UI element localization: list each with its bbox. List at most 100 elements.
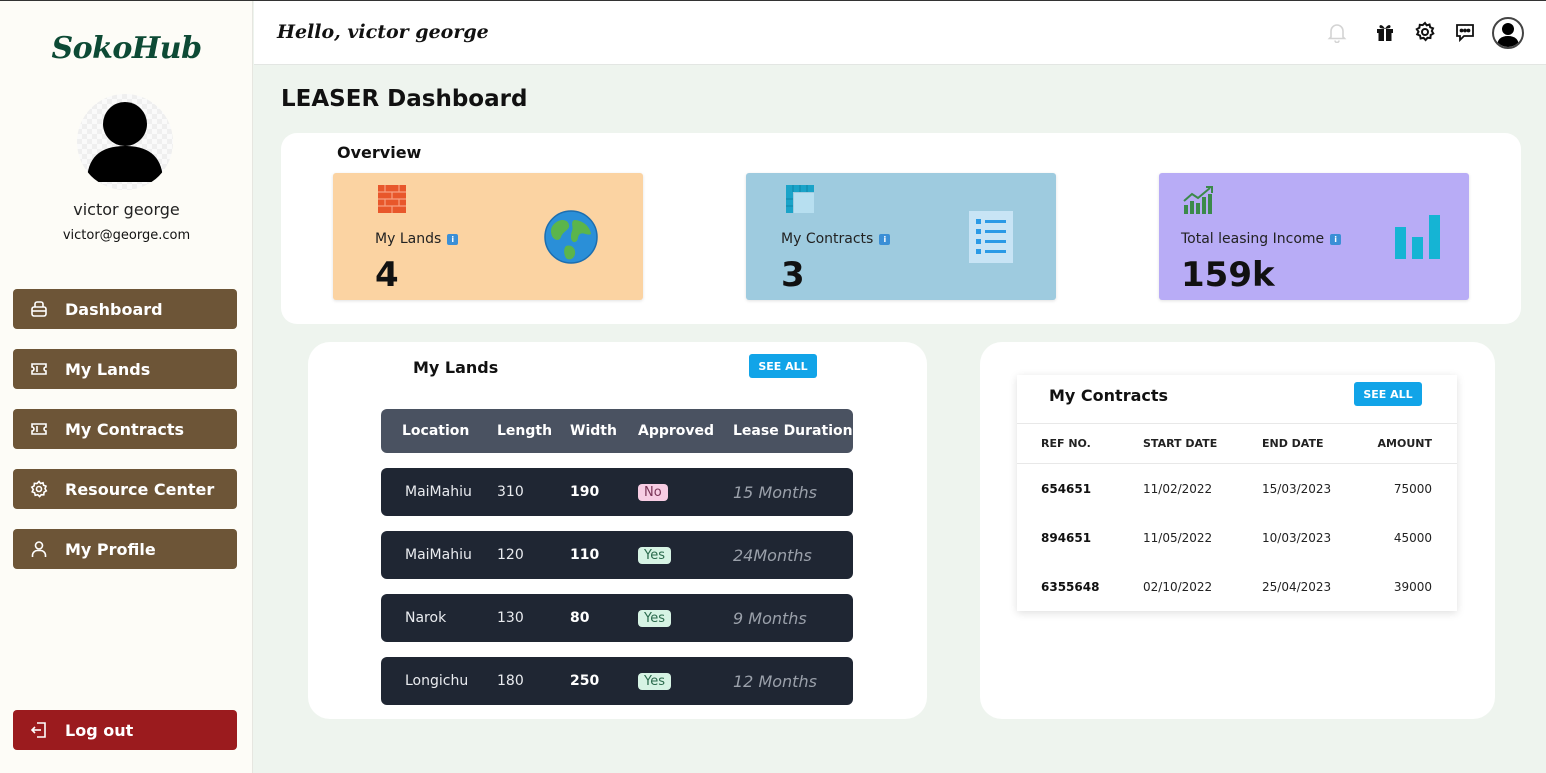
land-location: MaiMahiu — [405, 484, 472, 500]
sidebar-item-label: My Lands — [65, 359, 151, 379]
bell-icon[interactable] — [1324, 19, 1350, 45]
contracts-card: My Contracts SEE ALL REF NO. START DATE … — [1017, 375, 1457, 611]
status-badge: Yes — [638, 546, 671, 564]
stat-card-my-contracts[interactable]: My Contracts i 3 — [746, 173, 1056, 300]
status-badge: No — [638, 483, 668, 501]
logout-button[interactable]: Log out — [13, 710, 237, 750]
approval-status: Yes — [638, 657, 671, 705]
contract-start-date: 11/02/2022 — [1143, 481, 1213, 496]
contracts-see-all-button[interactable]: SEE ALL — [1354, 382, 1422, 406]
sidebar-item-label: Resource Center — [65, 479, 215, 499]
column-header[interactable]: END DATE — [1262, 424, 1324, 463]
gift-icon[interactable] — [1372, 19, 1398, 45]
blocks-icon — [786, 185, 814, 213]
contract-ref: 654651 — [1041, 481, 1092, 496]
approval-status: Yes — [638, 531, 671, 579]
sidebar: SokoHub victor george victor@george.com … — [0, 1, 253, 773]
stat-label: Total leasing Income i — [1181, 231, 1342, 247]
page-title: LEASER Dashboard — [281, 86, 528, 112]
logout-icon — [29, 720, 49, 740]
sidebar-item-label: My Profile — [65, 539, 156, 559]
settings-icon[interactable] — [1412, 19, 1438, 45]
table-row[interactable]: Longichu 180 250 Yes 12 Months — [381, 657, 853, 705]
stat-label-text: My Lands — [375, 231, 442, 247]
land-width: 190 — [570, 484, 600, 500]
land-length: 120 — [497, 547, 524, 563]
column-header[interactable]: Approved — [638, 409, 714, 453]
status-badge: Yes — [638, 672, 671, 690]
dashboard-icon — [29, 299, 49, 319]
land-location: MaiMahiu — [405, 547, 472, 563]
logout-label: Log out — [65, 720, 134, 740]
lease-duration: 24Months — [733, 545, 812, 565]
column-header[interactable]: Lease Duration — [733, 409, 853, 453]
column-header[interactable]: START DATE — [1143, 424, 1217, 463]
contract-amount: 39000 — [1393, 579, 1432, 594]
table-row[interactable]: 654651 11/02/2022 15/03/2023 75000 — [1017, 464, 1457, 513]
column-header[interactable]: REF NO. — [1041, 424, 1091, 463]
land-length: 310 — [497, 484, 524, 500]
brick-icon — [378, 185, 406, 213]
user-icon — [29, 539, 49, 559]
sidebar-item-dashboard[interactable]: Dashboard — [13, 289, 237, 329]
column-header[interactable]: Length — [497, 409, 552, 453]
table-row[interactable]: MaiMahiu 310 190 No 15 Months — [381, 468, 853, 516]
table-row[interactable]: MaiMahiu 120 110 Yes 24Months — [381, 531, 853, 579]
stat-label: My Lands i — [375, 231, 459, 247]
lands-table-header: Location Length Width Approved Lease Dur… — [381, 409, 853, 453]
land-width: 80 — [570, 610, 590, 626]
globe-icon — [544, 210, 598, 264]
app-logo[interactable]: SokoHub — [0, 31, 253, 66]
land-length: 180 — [497, 673, 524, 689]
my-lands-panel: My Lands SEE ALL Location Length Width A… — [308, 342, 927, 719]
bar-chart-icon — [1395, 215, 1440, 259]
approval-status: Yes — [638, 594, 671, 642]
sidebar-item-my-lands[interactable]: My Lands — [13, 349, 237, 389]
table-row[interactable]: Narok 130 80 Yes 9 Months — [381, 594, 853, 642]
sidebar-item-label: Dashboard — [65, 299, 163, 319]
contract-amount: 45000 — [1393, 530, 1432, 545]
info-icon[interactable]: i — [1330, 233, 1342, 245]
stat-card-my-lands[interactable]: My Lands i 4 — [333, 173, 643, 300]
sidebar-item-my-contracts[interactable]: My Contracts — [13, 409, 237, 449]
sidebar-item-my-profile[interactable]: My Profile — [13, 529, 237, 569]
stat-value: 4 — [375, 255, 399, 295]
my-lands-title: My Lands — [413, 358, 499, 377]
sidebar-item-resource-center[interactable]: Resource Center — [13, 469, 237, 509]
column-header[interactable]: AMOUNT — [1378, 424, 1432, 463]
land-width: 250 — [570, 673, 600, 689]
contract-amount: 75000 — [1393, 481, 1432, 496]
approval-status: No — [638, 468, 668, 516]
land-length: 130 — [497, 610, 524, 626]
table-row[interactable]: 6355648 02/10/2022 25/04/2023 39000 — [1017, 562, 1457, 611]
my-contracts-title: My Contracts — [1049, 386, 1169, 405]
contract-ref: 6355648 — [1041, 579, 1100, 594]
column-header[interactable]: Width — [570, 409, 617, 453]
contract-end-date: 10/03/2023 — [1262, 530, 1332, 545]
my-contracts-panel: My Contracts SEE ALL REF NO. START DATE … — [980, 342, 1495, 719]
table-row[interactable]: 894651 11/05/2022 10/03/2023 45000 — [1017, 513, 1457, 562]
land-location: Narok — [405, 610, 447, 626]
info-icon[interactable]: i — [879, 233, 891, 245]
chat-icon[interactable] — [1452, 19, 1478, 45]
land-width: 110 — [570, 547, 600, 563]
ticket-icon — [29, 359, 49, 379]
land-location: Longichu — [405, 673, 469, 689]
user-email: victor@george.com — [62, 228, 191, 243]
greeting-text: Hello, victor george — [277, 21, 489, 43]
contract-end-date: 15/03/2023 — [1262, 481, 1332, 496]
stat-card-total-income[interactable]: Total leasing Income i 159k — [1159, 173, 1469, 300]
profile-avatar[interactable] — [77, 94, 173, 190]
lands-see-all-button[interactable]: SEE ALL — [749, 354, 817, 378]
lease-duration: 12 Months — [733, 671, 817, 691]
lease-duration: 15 Months — [733, 482, 817, 502]
contract-start-date: 02/10/2022 — [1143, 579, 1213, 594]
stat-label-text: Total leasing Income — [1181, 231, 1325, 247]
info-icon[interactable]: i — [447, 233, 459, 245]
column-header[interactable]: Location — [402, 409, 469, 453]
list-icon — [969, 211, 1013, 263]
status-badge: Yes — [638, 609, 671, 627]
avatar-icon[interactable] — [1492, 17, 1524, 49]
contracts-table-header: REF NO. START DATE END DATE AMOUNT — [1017, 423, 1457, 464]
overview-title: Overview — [337, 143, 422, 162]
